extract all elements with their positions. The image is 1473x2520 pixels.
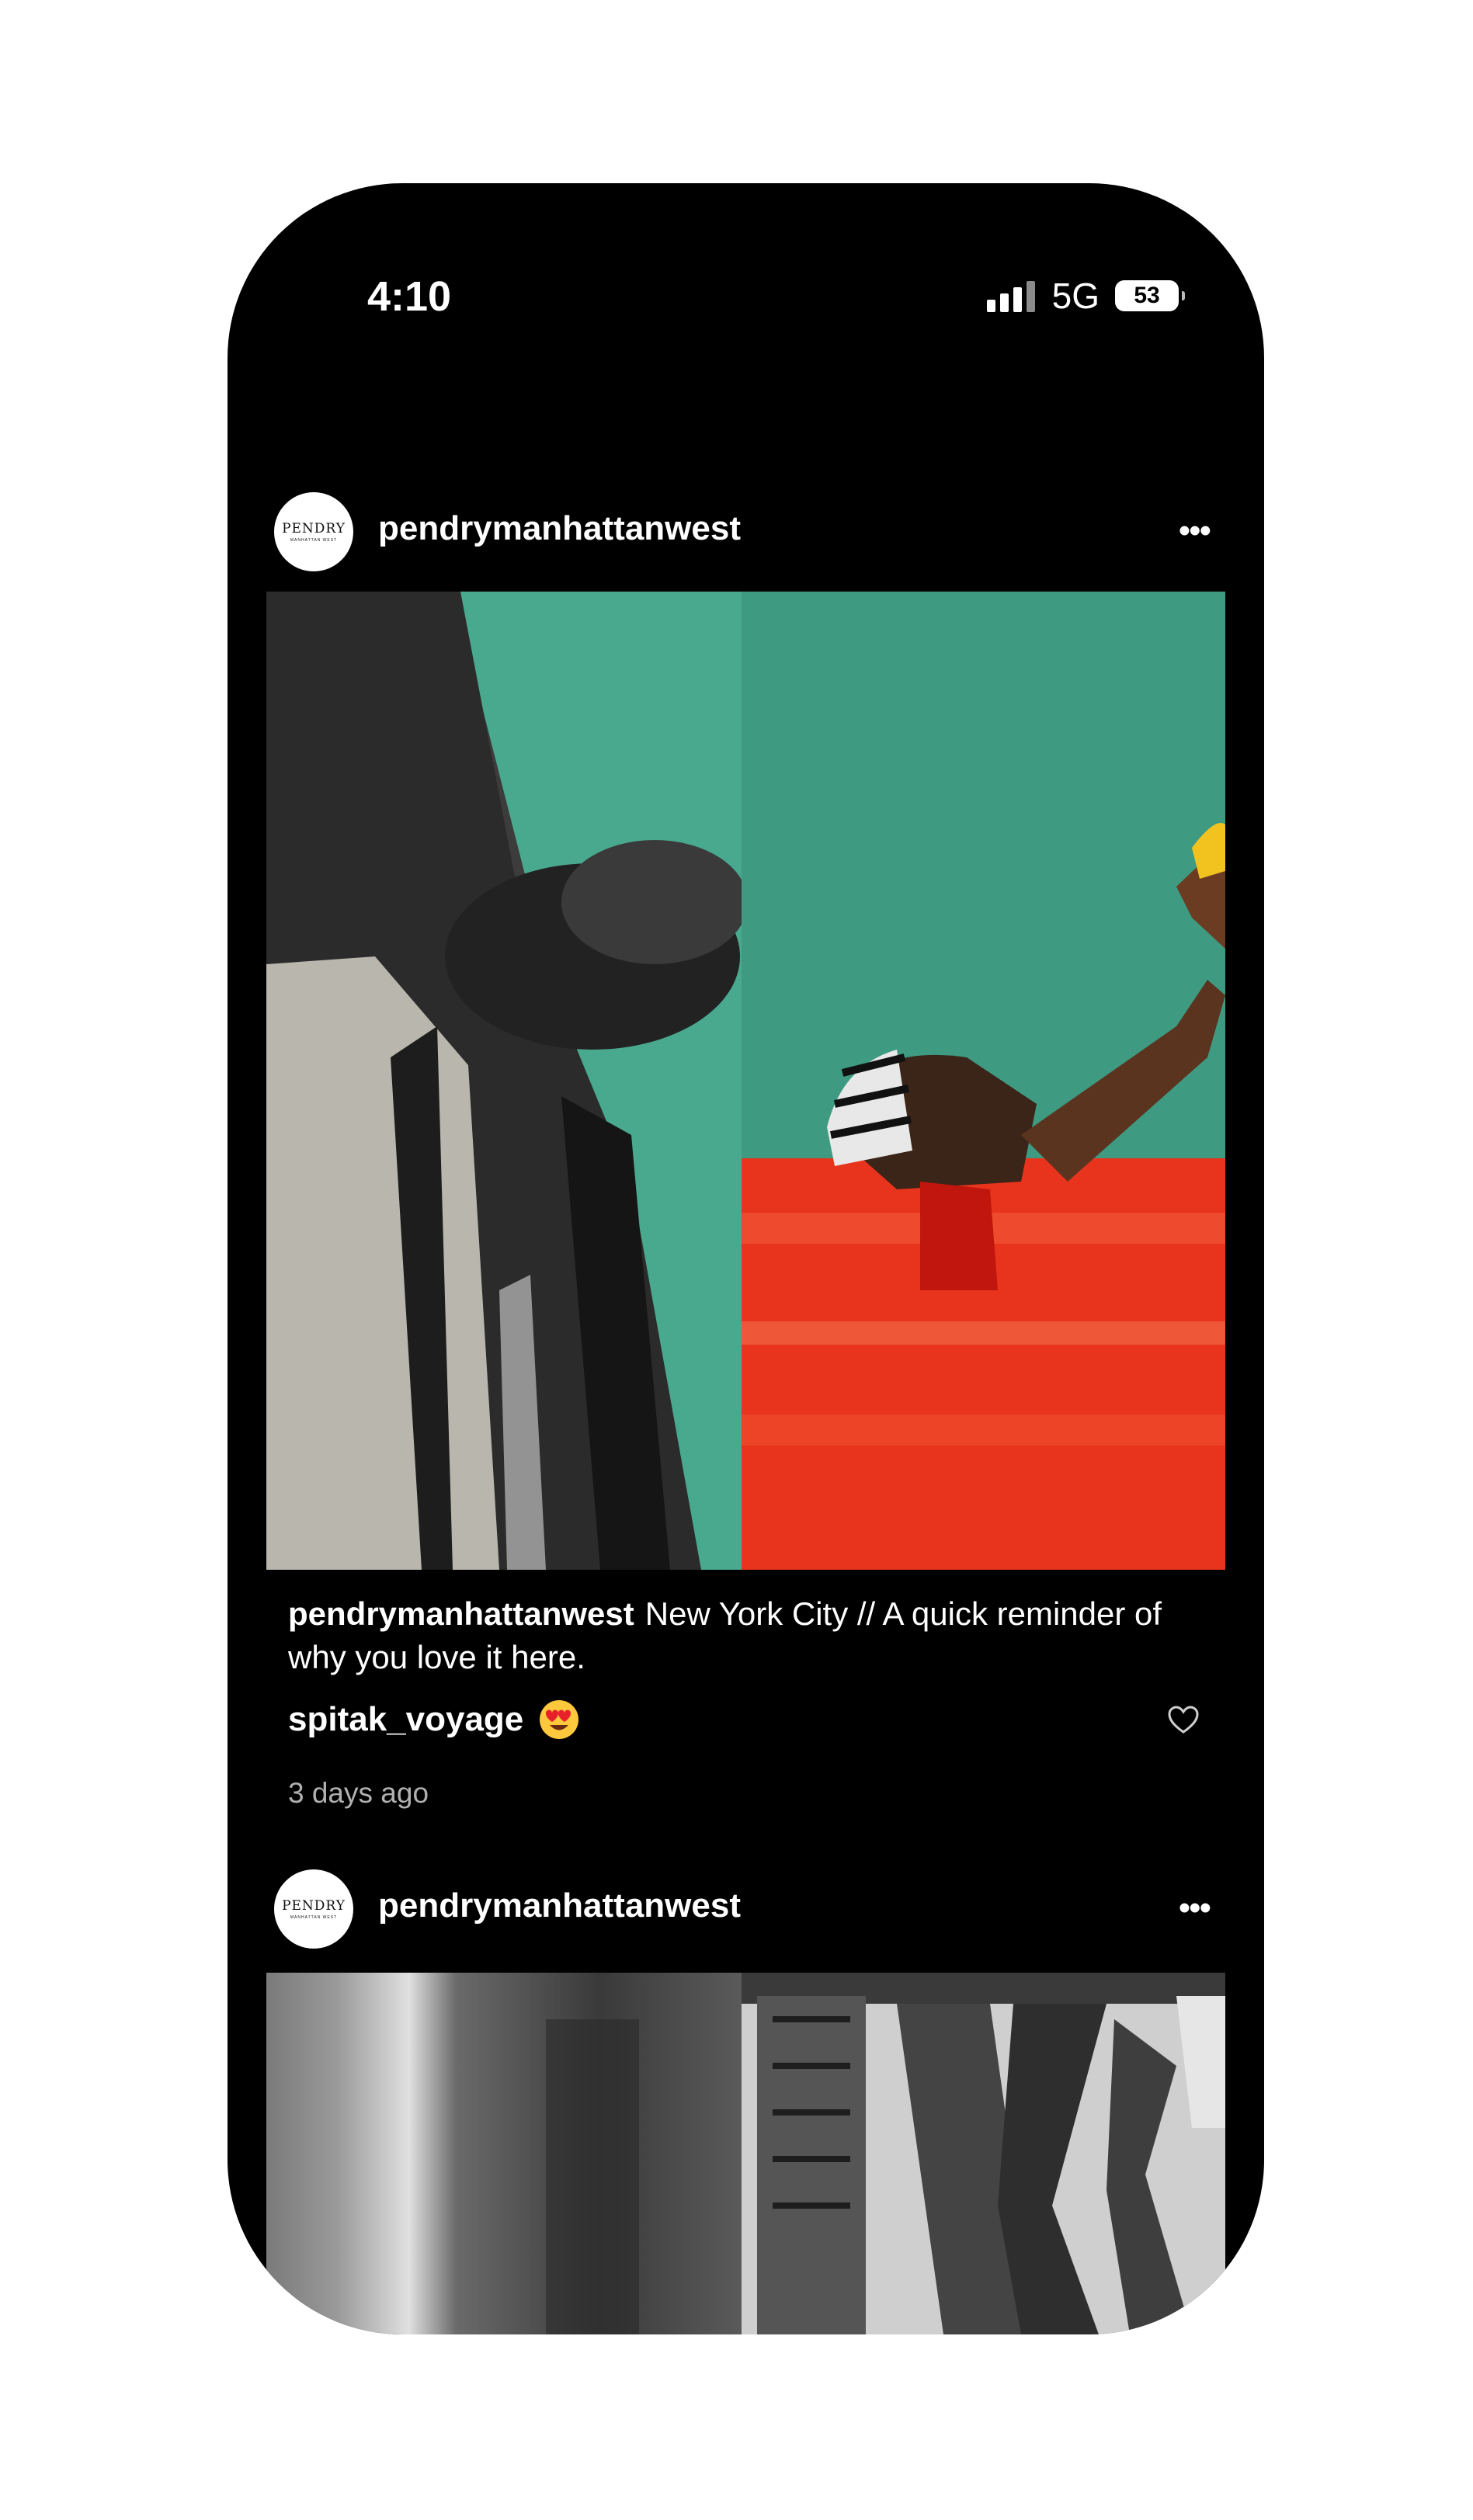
heart-eyes-emoji-icon: [540, 1700, 579, 1739]
avatar-logo-sub: MANHATTAN WEST: [290, 1915, 338, 1920]
comment-username[interactable]: spitak_voyage: [288, 1700, 523, 1739]
avatar-logo: PENDRY: [282, 521, 346, 536]
post-caption: pendrymanhattanwest New York City // A qu…: [288, 1592, 1173, 1679]
signal-icon: [986, 279, 1035, 312]
more-options-icon[interactable]: •••: [1179, 514, 1211, 548]
photo-image-left: [266, 1973, 742, 2334]
more-options-icon[interactable]: •••: [1179, 1891, 1211, 1925]
comment: spitak_voyage: [288, 1699, 579, 1740]
caption-username[interactable]: pendrymanhattanwest: [288, 1595, 634, 1632]
avatar[interactable]: PENDRY MANHATTAN WEST: [274, 492, 353, 571]
battery-icon: 53: [1115, 280, 1185, 311]
artwork-image-right: [742, 592, 1225, 1570]
post-media[interactable]: [266, 592, 1225, 1570]
post-header: PENDRY MANHATTAN WEST pendrymanhattanwes…: [274, 492, 1218, 574]
status-time: 4:10: [367, 273, 452, 320]
post-header: PENDRY MANHATTAN WEST pendrymanhattanwes…: [274, 1869, 1218, 1952]
avatar-logo: PENDRY: [282, 1898, 346, 1914]
avatar[interactable]: PENDRY MANHATTAN WEST: [274, 1869, 353, 1949]
post-timestamp: 3 days ago: [288, 1777, 429, 1809]
heart-outline-icon[interactable]: [1167, 1705, 1200, 1734]
status-indicators: 5G 53: [986, 272, 1185, 319]
photo-image-right: [742, 1973, 1225, 2334]
post-media[interactable]: [266, 1973, 1225, 2334]
avatar-logo-sub: MANHATTAN WEST: [290, 538, 338, 543]
post-username[interactable]: pendrymanhattanwest: [378, 509, 741, 548]
network-type: 5G: [1051, 276, 1100, 316]
phone-frame: 4:10 5G 53 PENDRY MANHATTAN WEST pendrym…: [228, 183, 1264, 2334]
artwork-image-left: [266, 592, 742, 1570]
post-username[interactable]: pendrymanhattanwest: [378, 1887, 741, 1925]
